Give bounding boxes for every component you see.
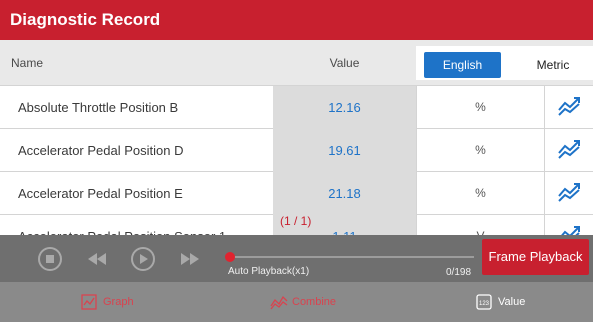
english-unit-button[interactable]: English	[424, 52, 501, 78]
stop-button[interactable]	[37, 246, 63, 272]
diagnostic-record-screen: Diagnostic Record Name Value English Met…	[0, 0, 593, 322]
tab-graph[interactable]: Graph	[81, 282, 161, 322]
table-row[interactable]: Accelerator Pedal Position E 21.18 %	[0, 172, 593, 215]
row-unit: %	[416, 129, 544, 172]
metric-unit-button[interactable]: Metric	[514, 52, 592, 78]
unit-toggle: English Metric	[416, 46, 593, 80]
playback-bar: Auto Playback(x1) 0/198 Frame Playback	[0, 235, 593, 282]
row-name: Accelerator Pedal Position D	[18, 143, 184, 158]
page-indicator: (1 / 1)	[280, 214, 312, 228]
header-value: Value	[329, 56, 360, 70]
combine-icon	[270, 295, 288, 310]
rewind-icon	[88, 253, 106, 265]
tab-graph-label: Graph	[103, 296, 134, 308]
header-name: Name	[11, 56, 44, 70]
rewind-button[interactable]	[84, 246, 110, 272]
row-name: Absolute Throttle Position B	[18, 100, 179, 115]
tab-combine-label: Combine	[292, 296, 337, 308]
value-icon: 123	[476, 294, 492, 310]
play-icon	[131, 247, 155, 271]
trend-chart-icon	[558, 97, 580, 116]
trend-chart-icon	[558, 183, 580, 202]
fast-forward-icon	[181, 253, 199, 265]
row-name: Accelerator Pedal Position E	[18, 186, 183, 201]
row-value: 19.61	[273, 129, 416, 172]
trend-chart-icon	[558, 140, 580, 159]
fast-forward-button[interactable]	[177, 246, 203, 272]
auto-playback-label: Auto Playback(x1)	[228, 266, 310, 277]
playback-progress-track[interactable]	[228, 256, 474, 258]
page-title: Diagnostic Record	[0, 0, 593, 40]
row-unit: %	[416, 86, 544, 129]
graph-icon	[81, 294, 97, 310]
stop-icon	[38, 247, 62, 271]
frame-count: 0/198	[446, 267, 472, 278]
tab-combine[interactable]: Combine	[270, 282, 380, 322]
row-value: 21.18	[273, 172, 416, 215]
play-button[interactable]	[130, 246, 156, 272]
row-graph-button[interactable]	[544, 129, 593, 172]
table-row[interactable]: Absolute Throttle Position B 12.16 %	[0, 86, 593, 129]
tab-value-label: Value	[498, 296, 526, 308]
row-graph-button[interactable]	[544, 172, 593, 215]
playback-progress-knob[interactable]	[225, 252, 235, 262]
table-row[interactable]: Accelerator Pedal Position D 19.61 %	[0, 129, 593, 172]
row-value: 12.16	[273, 86, 416, 129]
svg-text:123: 123	[479, 301, 490, 307]
row-graph-button[interactable]	[544, 86, 593, 129]
frame-playback-button[interactable]: Frame Playback	[482, 239, 589, 275]
tab-value[interactable]: 123 Value	[476, 282, 556, 322]
bottom-tab-bar: Graph Combine 123 Value	[0, 282, 593, 322]
row-unit: %	[416, 172, 544, 215]
